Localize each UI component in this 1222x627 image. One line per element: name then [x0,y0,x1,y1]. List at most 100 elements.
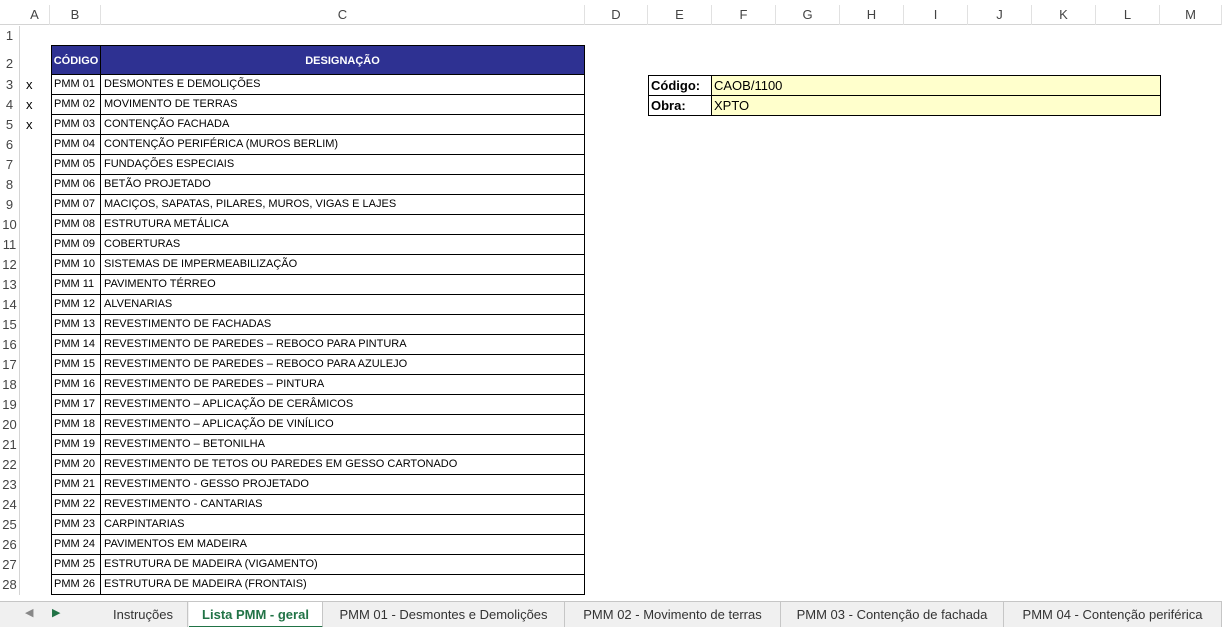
column-header-h[interactable]: H [840,5,904,25]
column-header-c[interactable]: C [101,5,585,25]
column-header-m[interactable]: M [1160,5,1222,25]
cell-code[interactable]: PMM 23 [52,515,101,534]
cell-code[interactable]: PMM 05 [52,155,101,174]
sheet-tab[interactable]: PMM 04 - Contenção periférica [1004,602,1222,627]
row-header-25[interactable]: 25 [0,515,20,535]
cell-designation[interactable]: REVESTIMENTO – APLICAÇÃO DE VINÍLICO [102,415,584,434]
row-header-6[interactable]: 6 [0,135,20,155]
row-header-18[interactable]: 18 [0,375,20,395]
triangle-left-icon[interactable]: ◀ [25,606,33,619]
column-header-a[interactable]: A [20,5,50,25]
cell-designation[interactable]: CARPINTARIAS [102,515,584,534]
row-header-19[interactable]: 19 [0,395,20,415]
cell-code[interactable]: PMM 25 [52,555,101,574]
column-header-k[interactable]: K [1032,5,1096,25]
cell-code[interactable]: PMM 09 [52,235,101,254]
row-header-5[interactable]: 5 [0,115,20,135]
row-header-11[interactable]: 11 [0,235,20,255]
row-header-22[interactable]: 22 [0,455,20,475]
cell-code[interactable]: PMM 17 [52,395,101,414]
sheet-tab[interactable]: PMM 01 - Desmontes e Demolições [323,602,565,627]
worksheet-grid[interactable]: xxx CÓDIGO DESIGNAÇÃO PMM 01 DESMONTES E … [21,26,1222,600]
row-header-7[interactable]: 7 [0,155,20,175]
cell-designation[interactable]: REVESTIMENTO - CANTARIAS [102,495,584,514]
row-header-2[interactable]: 2 [0,46,20,75]
row-header-27[interactable]: 27 [0,555,20,575]
row-header-13[interactable]: 13 [0,275,20,295]
cell-code[interactable]: PMM 01 [52,75,101,94]
cell-designation[interactable]: DESMONTES E DEMOLIÇÕES [102,75,584,94]
cell-designation[interactable]: CONTENÇÃO FACHADA [102,115,584,134]
row-header-23[interactable]: 23 [0,475,20,495]
cell-designation[interactable]: ESTRUTURA METÁLICA [102,215,584,234]
cell-code[interactable]: PMM 12 [52,295,101,314]
cell-designation[interactable]: MACIÇOS, SAPATAS, PILARES, MUROS, VIGAS … [102,195,584,214]
cell-code[interactable]: PMM 19 [52,435,101,454]
column-header-b[interactable]: B [50,5,101,25]
row-header-1[interactable]: 1 [0,26,20,46]
cell-designation[interactable]: BETÃO PROJETADO [102,175,584,194]
cell-designation[interactable]: REVESTIMENTO DE PAREDES – REBOCO PARA AZ… [102,355,584,374]
row-header-17[interactable]: 17 [0,355,20,375]
row-header-20[interactable]: 20 [0,415,20,435]
row-header-16[interactable]: 16 [0,335,20,355]
cell-designation[interactable]: PAVIMENTOS EM MADEIRA [102,535,584,554]
row-header-15[interactable]: 15 [0,315,20,335]
cell-code[interactable]: PMM 02 [52,95,101,114]
cell-designation[interactable]: CONTENÇÃO PERIFÉRICA (MUROS BERLIM) [102,135,584,154]
cell-designation[interactable]: REVESTIMENTO – APLICAÇÃO DE CERÂMICOS [102,395,584,414]
row-header-3[interactable]: 3 [0,75,20,95]
cell-code[interactable]: PMM 18 [52,415,101,434]
code-value[interactable]: CAOB/1100 [712,76,1160,95]
cell-code[interactable]: PMM 07 [52,195,101,214]
work-label[interactable]: Obra: [649,96,712,115]
cell-code[interactable]: PMM 26 [52,575,101,594]
row-header-12[interactable]: 12 [0,255,20,275]
cell-code[interactable]: PMM 16 [52,375,101,394]
cell-designation[interactable]: PAVIMENTO TÉRREO [102,275,584,294]
column-header-e[interactable]: E [648,5,712,25]
cell-designation[interactable]: REVESTIMENTO – BETONILHA [102,435,584,454]
column-header-d[interactable]: D [585,5,648,25]
sheet-tab[interactable]: Instruções [99,602,188,627]
column-header-j[interactable]: J [968,5,1032,25]
row-header-28[interactable]: 28 [0,575,20,595]
mark-x[interactable]: x [26,117,33,132]
cell-designation[interactable]: SISTEMAS DE IMPERMEABILIZAÇÃO [102,255,584,274]
mark-x[interactable]: x [26,97,33,112]
cell-code[interactable]: PMM 08 [52,215,101,234]
cell-code[interactable]: PMM 10 [52,255,101,274]
mark-x[interactable]: x [26,77,33,92]
cell-designation[interactable]: REVESTIMENTO DE FACHADAS [102,315,584,334]
sheet-tab[interactable]: PMM 02 - Movimento de terras [565,602,781,627]
cell-designation[interactable]: REVESTIMENTO DE PAREDES – PINTURA [102,375,584,394]
cell-designation[interactable]: MOVIMENTO DE TERRAS [102,95,584,114]
column-header-f[interactable]: F [712,5,776,25]
cell-code[interactable]: PMM 15 [52,355,101,374]
cell-designation[interactable]: ESTRUTURA DE MADEIRA (FRONTAIS) [102,575,584,594]
column-header-g[interactable]: G [776,5,840,25]
header-designation[interactable]: DESIGNAÇÃO [101,46,584,74]
cell-code[interactable]: PMM 04 [52,135,101,154]
cell-designation[interactable]: REVESTIMENTO DE PAREDES – REBOCO PARA PI… [102,335,584,354]
row-header-4[interactable]: 4 [0,95,20,115]
row-header-26[interactable]: 26 [0,535,20,555]
row-header-14[interactable]: 14 [0,295,20,315]
row-header-24[interactable]: 24 [0,495,20,515]
header-code[interactable]: CÓDIGO [52,46,101,74]
cell-code[interactable]: PMM 06 [52,175,101,194]
cell-code[interactable]: PMM 14 [52,335,101,354]
cell-code[interactable]: PMM 13 [52,315,101,334]
sheet-tab[interactable]: PMM 03 - Contenção de fachada [781,602,1004,627]
row-header-8[interactable]: 8 [0,175,20,195]
cell-designation[interactable]: FUNDAÇÕES ESPECIAIS [102,155,584,174]
column-header-l[interactable]: L [1096,5,1160,25]
code-label[interactable]: Código: [649,76,712,95]
row-header-9[interactable]: 9 [0,195,20,215]
cell-designation[interactable]: ALVENARIAS [102,295,584,314]
cell-code[interactable]: PMM 03 [52,115,101,134]
cell-designation[interactable]: REVESTIMENTO - GESSO PROJETADO [102,475,584,494]
cell-designation[interactable]: ESTRUTURA DE MADEIRA (VIGAMENTO) [102,555,584,574]
cell-code[interactable]: PMM 11 [52,275,101,294]
cell-code[interactable]: PMM 24 [52,535,101,554]
